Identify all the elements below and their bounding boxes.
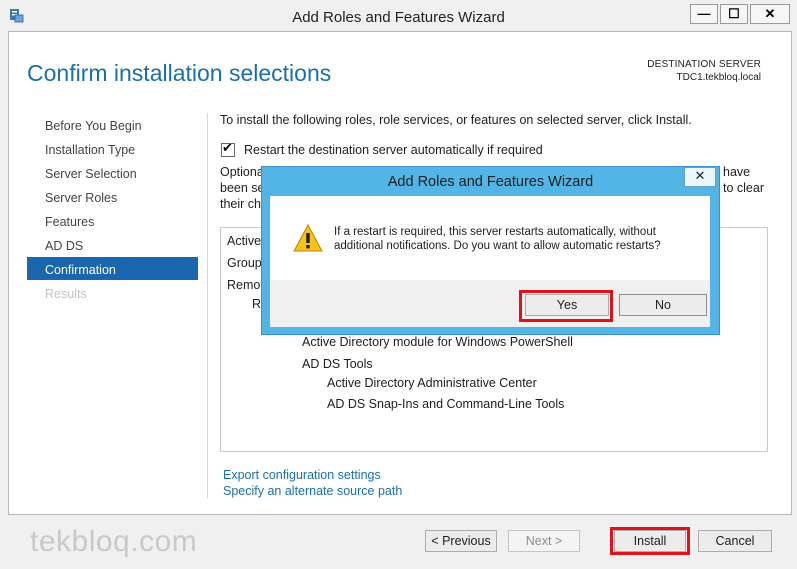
nav-item-installation-type[interactable]: Installation Type — [45, 143, 135, 157]
window-title: Add Roles and Features Wizard — [292, 9, 505, 26]
next-button[interactable]: Next > — [508, 530, 580, 552]
optional-text-fragment: to clear — [723, 181, 764, 195]
list-item: Remot — [227, 278, 264, 292]
checkmark-icon: ✔ — [222, 140, 233, 155]
nav-item-features[interactable]: Features — [45, 215, 94, 229]
maximize-icon: ☐ — [728, 6, 740, 21]
dialog-title: Add Roles and Features Wizard — [387, 174, 594, 190]
dialog-message: If a restart is required, this server re… — [334, 226, 661, 252]
nav-item-results: Results — [45, 287, 87, 301]
optional-text-fragment: their ch — [220, 197, 261, 211]
cancel-button[interactable]: Cancel — [698, 530, 772, 552]
list-item: AD DS Snap-Ins and Command-Line Tools — [327, 397, 565, 411]
nav-item-server-roles[interactable]: Server Roles — [45, 191, 117, 205]
close-icon: ✕ — [764, 6, 776, 21]
close-button[interactable]: ✕ — [750, 4, 790, 24]
install-button[interactable]: Install — [614, 530, 686, 552]
instruction-text: To install the following roles, role ser… — [220, 113, 692, 127]
dialog-close-button[interactable]: ✕ — [684, 167, 716, 187]
list-item: Active Directory module for Windows Powe… — [302, 335, 573, 349]
list-item: Active Directory Administrative Center — [327, 376, 537, 390]
list-item: AD DS Tools — [302, 357, 373, 371]
destination-server-label: DESTINATION SERVER — [647, 59, 761, 70]
maximize-button[interactable]: ☐ — [720, 4, 748, 24]
watermark: tekbloq.com — [30, 525, 198, 558]
export-configuration-link[interactable]: Export configuration settings — [223, 468, 381, 482]
optional-text-fragment: been se — [220, 181, 265, 195]
restart-checkbox-label[interactable]: Restart the destination server automatic… — [244, 143, 543, 157]
minimize-icon: — — [697, 6, 711, 21]
optional-text-fragment: have — [723, 165, 751, 179]
close-icon: ✕ — [694, 168, 706, 183]
nav-item-confirmation[interactable]: Confirmation — [45, 263, 116, 277]
nav-item-before-you-begin[interactable]: Before You Begin — [45, 119, 142, 133]
nav-item-ad-ds[interactable]: AD DS — [45, 239, 83, 253]
nav-item-server-selection[interactable]: Server Selection — [45, 167, 137, 181]
list-item: Group — [227, 256, 262, 270]
yes-button[interactable]: Yes — [525, 294, 609, 316]
alternate-source-link[interactable]: Specify an alternate source path — [223, 484, 402, 498]
previous-button[interactable]: < Previous — [425, 530, 497, 552]
nav-divider — [207, 113, 208, 498]
minimize-button[interactable]: — — [690, 4, 718, 24]
optional-text-fragment: Optiona — [220, 165, 264, 179]
no-button[interactable]: No — [619, 294, 707, 316]
warning-icon — [293, 224, 323, 252]
destination-server-value: TDC1.tekbloq.local — [676, 72, 761, 83]
list-item: Active — [227, 234, 262, 248]
page-title: Confirm installation selections — [27, 60, 332, 86]
